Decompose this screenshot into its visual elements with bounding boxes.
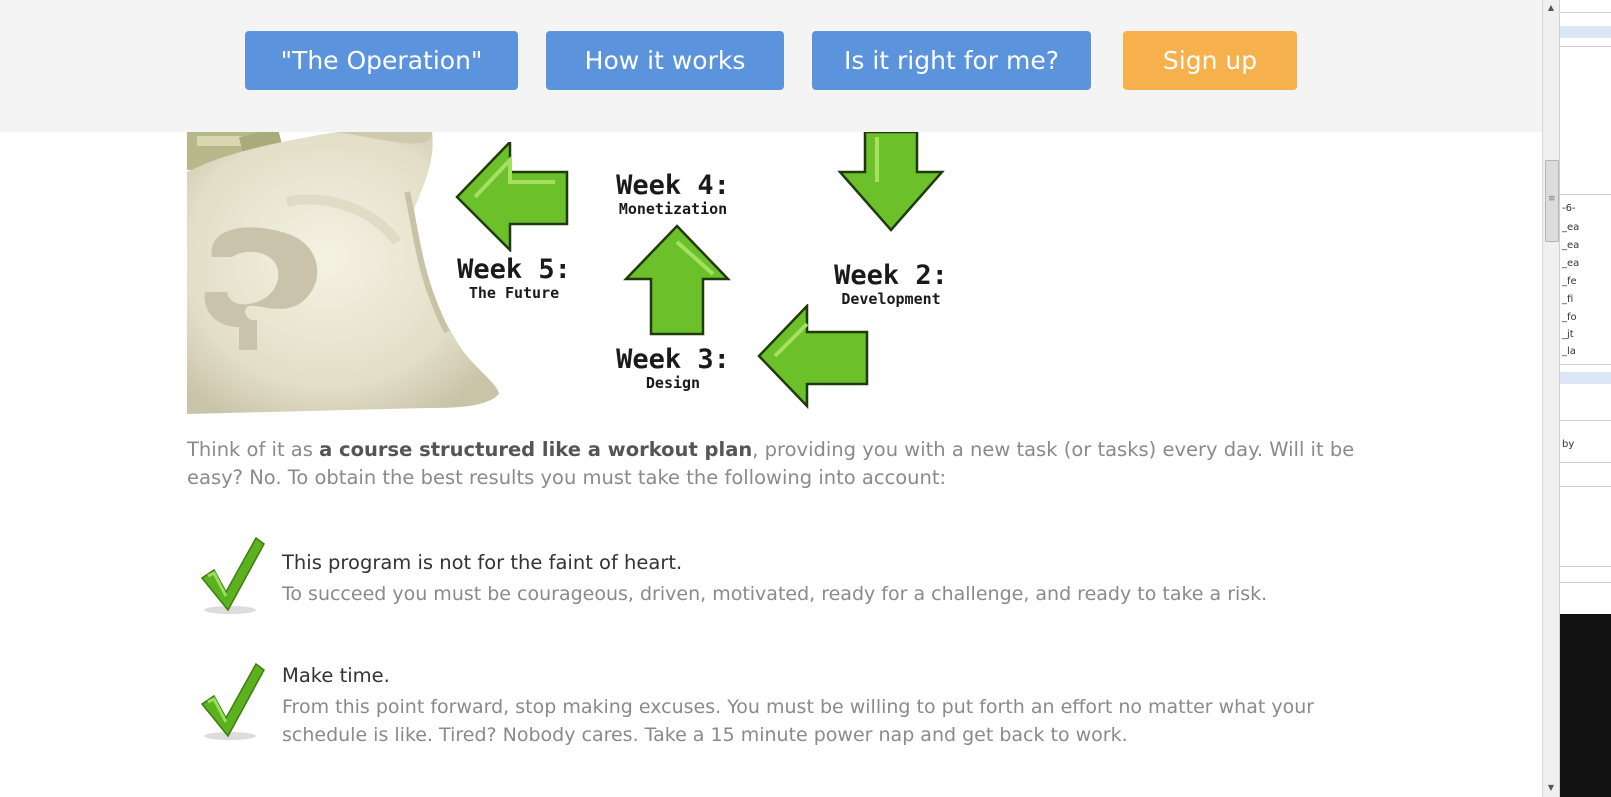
checkmark-icon: [200, 536, 265, 614]
scrollbar-thumb[interactable]: ≡: [1545, 160, 1559, 242]
scroll-down-icon[interactable]: ▼: [1546, 783, 1556, 793]
side-panel: -6- _ea _ea _ea _fe _fi _fo _jt _la by: [1559, 0, 1611, 797]
week-5-title: Week 5:: [457, 254, 571, 285]
week-2-subtitle: Development: [841, 290, 941, 308]
item-desc-make-time: From this point forward, stop making exc…: [282, 696, 1315, 746]
hero-image: Week 4: Monetization Week 5: The Future …: [187, 132, 977, 414]
side-panel-footer: by: [1562, 439, 1575, 450]
week-4-subtitle: Monetization: [618, 200, 728, 218]
intro-text-bold: a course structured like a workout plan: [319, 438, 753, 461]
side-panel-line: _fe: [1562, 276, 1577, 287]
side-panel-line: _ea: [1562, 222, 1580, 233]
scroll-up-icon[interactable]: ▲: [1546, 3, 1556, 13]
side-panel-line: _la: [1562, 346, 1576, 357]
item-title-make-time: Make time.: [282, 664, 390, 687]
week-4-title: Week 4:: [616, 170, 730, 201]
arrow-up-icon: [623, 224, 731, 336]
side-panel-line: _ea: [1562, 258, 1580, 269]
week-3-subtitle: Design: [645, 374, 701, 392]
item-title-faint-of-heart: This program is not for the faint of hea…: [282, 551, 683, 574]
arrow-left-icon: [757, 304, 869, 409]
side-panel-line: _jt: [1562, 329, 1574, 340]
nav-button-is-it-right[interactable]: Is it right for me?: [812, 31, 1091, 90]
item-desc-faint-of-heart: To succeed you must be courageous, drive…: [282, 583, 1268, 605]
arrow-down-icon: [837, 132, 945, 232]
side-panel-line: _fo: [1562, 312, 1577, 323]
nav-button-how-it-works[interactable]: How it works: [546, 31, 784, 90]
side-panel-line: -6-: [1562, 203, 1576, 214]
week-5-subtitle: The Future: [468, 284, 560, 302]
intro-text-before: Think of it as: [187, 438, 320, 461]
checkmark-icon: [200, 662, 265, 740]
nav-button-the-operation[interactable]: "The Operation": [245, 31, 518, 90]
arrow-left-icon: [455, 142, 569, 252]
nav-button-sign-up[interactable]: Sign up: [1123, 31, 1297, 90]
top-nav-bar: "The Operation" How it works Is it right…: [0, 0, 1542, 132]
intro-paragraph: Think of it as a course structured like …: [187, 436, 1377, 492]
side-panel-line: _fi: [1562, 294, 1574, 305]
side-panel-line: _ea: [1562, 240, 1580, 251]
week-3-title: Week 3:: [616, 344, 730, 375]
week-2-title: Week 2:: [834, 260, 948, 291]
vertical-scrollbar[interactable]: [1542, 0, 1559, 797]
